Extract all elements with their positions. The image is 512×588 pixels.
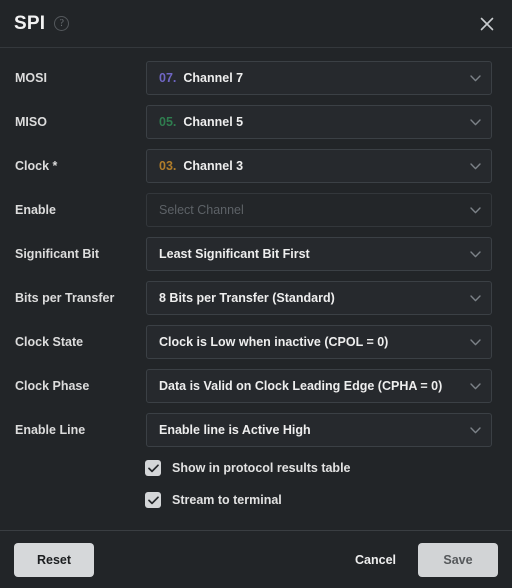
dropdown-enable[interactable]: Select Channel bbox=[146, 193, 492, 227]
dropdown-value: Channel 5 bbox=[183, 115, 244, 129]
chevron-down-icon[interactable] bbox=[462, 338, 481, 346]
dropdown-clock[interactable]: 03. Channel 3 bbox=[146, 149, 492, 183]
dropdown-clock-phase[interactable]: Data is Valid on Clock Leading Edge (CPH… bbox=[146, 369, 492, 403]
dialog-header: SPI ? bbox=[0, 0, 512, 48]
dropdown-bits-per-transfer[interactable]: 8 Bits per Transfer (Standard) bbox=[146, 281, 492, 315]
dropdown-value: Clock is Low when inactive (CPOL = 0) bbox=[159, 335, 389, 349]
dropdown-placeholder: Select Channel bbox=[159, 203, 244, 217]
field-label: MISO bbox=[15, 115, 47, 129]
field-label: Clock State bbox=[15, 335, 84, 349]
form-row: Clock Phase Data is Valid on Clock Leadin… bbox=[0, 364, 512, 408]
dropdown-significant-bit[interactable]: Least Significant Bit First bbox=[146, 237, 492, 271]
channel-number: 05. bbox=[159, 115, 177, 129]
dropdown-value: Least Significant Bit First bbox=[159, 247, 310, 261]
dropdown-value: Channel 7 bbox=[183, 71, 244, 85]
cancel-button[interactable]: Cancel bbox=[339, 543, 412, 577]
field-label: Enable Line bbox=[15, 423, 86, 437]
checkbox-row[interactable]: Show in protocol results table bbox=[0, 452, 512, 484]
chevron-down-icon[interactable] bbox=[462, 250, 481, 258]
field-label: Clock * bbox=[15, 159, 58, 173]
dropdown-miso[interactable]: 05. Channel 5 bbox=[146, 105, 492, 139]
settings-form: MOSI 07. Channel 7 MISO 05. Channel 5 Clock * 0… bbox=[0, 56, 512, 452]
chevron-down-icon[interactable] bbox=[462, 118, 481, 126]
options-checkbox-group: Show in protocol results table Stream to … bbox=[0, 452, 512, 516]
save-button[interactable]: Save bbox=[418, 542, 498, 577]
form-row: MISO 05. Channel 5 bbox=[0, 100, 512, 144]
dropdown-clock-state[interactable]: Clock is Low when inactive (CPOL = 0) bbox=[146, 325, 492, 359]
checkbox-label: Stream to terminal bbox=[172, 493, 282, 507]
form-row: Clock * 03. Channel 3 bbox=[0, 144, 512, 188]
dropdown-value: Channel 3 bbox=[183, 159, 244, 173]
reset-button[interactable]: Reset bbox=[14, 542, 94, 577]
checkbox-row[interactable]: Stream to terminal bbox=[0, 484, 512, 516]
dropdown-value: Enable line is Active High bbox=[159, 423, 311, 437]
dropdown-value: 8 Bits per Transfer (Standard) bbox=[159, 291, 335, 305]
form-row: Bits per Transfer 8 Bits per Transfer (St… bbox=[0, 276, 512, 320]
form-row: Enable Line Enable line is Active High bbox=[0, 408, 512, 452]
dropdown-value: Data is Valid on Clock Leading Edge (CPH… bbox=[159, 379, 443, 393]
chevron-down-icon[interactable] bbox=[462, 294, 481, 302]
close-icon[interactable] bbox=[474, 11, 500, 37]
form-row: Enable Select Channel bbox=[0, 188, 512, 232]
checkbox-label: Show in protocol results table bbox=[172, 461, 351, 475]
chevron-down-icon[interactable] bbox=[462, 382, 481, 390]
chevron-down-icon[interactable] bbox=[462, 426, 481, 434]
chevron-down-icon[interactable] bbox=[462, 74, 481, 82]
page-title: SPI bbox=[14, 12, 46, 34]
dropdown-mosi[interactable]: 07. Channel 7 bbox=[146, 61, 492, 95]
settings-scroll-area[interactable]: MOSI 07. Channel 7 MISO 05. Channel 5 Clock * 0… bbox=[0, 48, 512, 530]
spi-settings-dialog: SPI ? MOSI 07. Channel 7 MISO 05. Channel 5 Cl… bbox=[0, 0, 512, 588]
channel-number: 07. bbox=[159, 71, 177, 85]
dropdown-enable-line[interactable]: Enable line is Active High bbox=[146, 413, 492, 447]
field-label: Enable bbox=[15, 203, 56, 217]
form-row: MOSI 07. Channel 7 bbox=[0, 56, 512, 100]
chevron-down-icon[interactable] bbox=[462, 162, 481, 170]
field-label: Significant Bit bbox=[15, 247, 100, 261]
chevron-down-icon[interactable] bbox=[462, 206, 481, 214]
field-label: Bits per Transfer bbox=[15, 291, 115, 305]
form-row: Significant Bit Least Significant Bit Fir… bbox=[0, 232, 512, 276]
checkbox-checked-icon[interactable] bbox=[145, 460, 161, 476]
form-row: Clock State Clock is Low when inactive (C… bbox=[0, 320, 512, 364]
field-label: MOSI bbox=[15, 71, 47, 85]
dialog-footer: Reset Cancel Save bbox=[0, 530, 512, 588]
checkbox-checked-icon[interactable] bbox=[145, 492, 161, 508]
question-mark-circle-icon[interactable]: ? bbox=[54, 16, 70, 31]
channel-number: 03. bbox=[159, 159, 177, 173]
field-label: Clock Phase bbox=[15, 379, 90, 393]
